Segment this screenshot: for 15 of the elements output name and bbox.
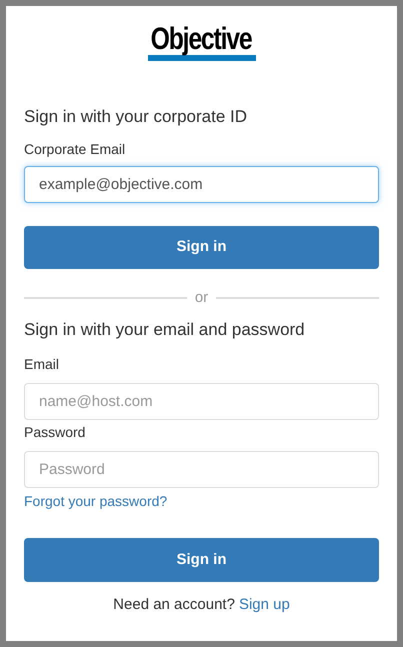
forgot-password-link[interactable]: Forgot your password? — [24, 493, 168, 509]
logo: Objective — [24, 6, 379, 61]
field-label: Password — [24, 424, 86, 441]
sign-up-link[interactable]: Sign up — [238, 596, 290, 614]
divider-text: or — [194, 289, 208, 307]
sign-in-button[interactable]: Sign in — [24, 226, 379, 269]
field-label: Corporate Email — [24, 141, 126, 158]
input-field[interactable]: name@host.com — [24, 383, 379, 420]
input-field[interactable]: example@objective.com — [24, 166, 379, 203]
field-label: Email — [24, 356, 60, 373]
sign-in-button[interactable]: Sign in — [24, 538, 379, 582]
section-heading: Sign in with your corporate ID — [24, 107, 248, 127]
input-field[interactable]: Password — [24, 451, 379, 488]
footer-text: Need an account? — [113, 596, 235, 614]
section-heading: Sign in with your email and password — [24, 320, 306, 340]
